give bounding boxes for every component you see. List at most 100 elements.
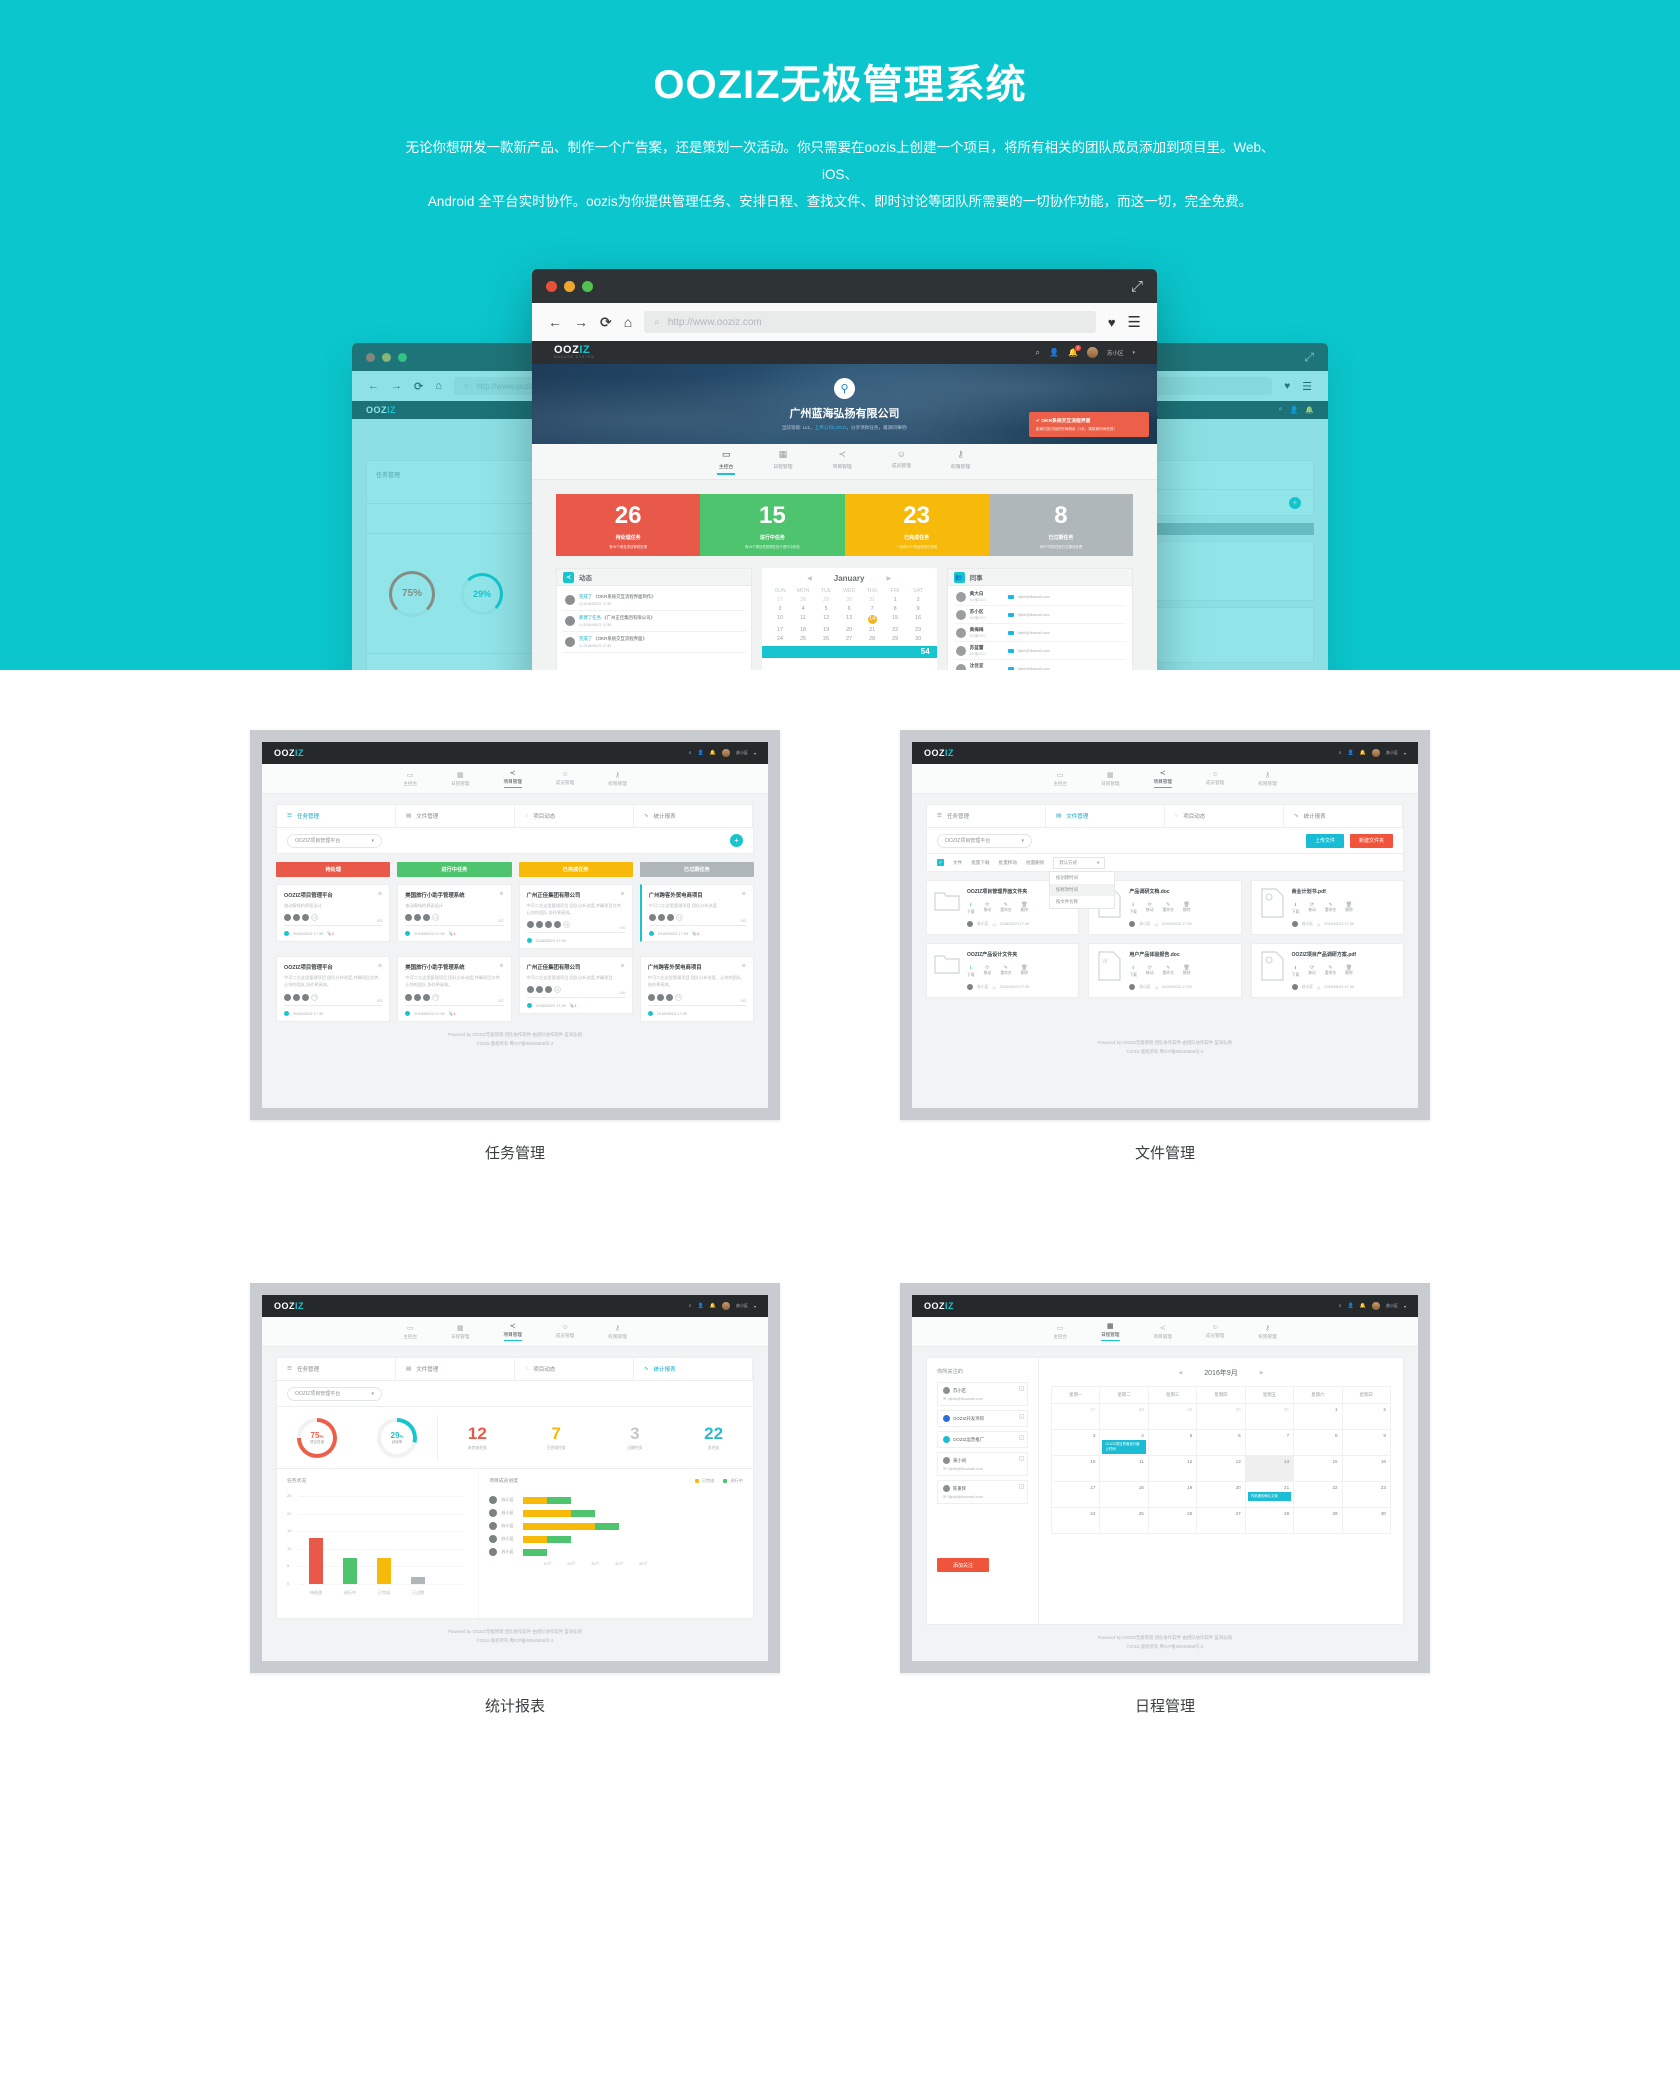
- calendar-day[interactable]: 11: [1100, 1456, 1149, 1482]
- calendar-day[interactable]: 26: [1148, 1508, 1198, 1534]
- file-action-重命名[interactable]: ✎ 重命名: [1000, 965, 1011, 978]
- close-icon[interactable]: ×: [1019, 1435, 1024, 1440]
- nav-item-4[interactable]: ⚷ 权限管理: [951, 449, 970, 470]
- task-card[interactable]: 广州正佳集团有限公司 ⚙ 中可二左这里管理项目 团队分补进度,并确项目 +4 0/4 20…: [518, 956, 633, 1015]
- calendar-day[interactable]: 19: [815, 627, 838, 633]
- nav-item-日程管理[interactable]: ▦ 日程管理: [1101, 1322, 1120, 1341]
- reload-icon[interactable]: ⟳: [600, 314, 612, 331]
- project-select[interactable]: OOZIZ项目管理平台 ▾: [937, 833, 1032, 848]
- user-name[interactable]: 苏小区: [736, 750, 748, 756]
- file-action-移动[interactable]: ⟳ 移动: [1308, 902, 1316, 915]
- notification-icon[interactable]: 🔔: [710, 750, 716, 756]
- calendar-day[interactable]: 29: [1148, 1404, 1198, 1430]
- tab-项目动态[interactable]: ◌ 项目动态: [515, 805, 634, 827]
- feed-item[interactable]: 完成了 《OKR系统交互流程界面制作》 ◷ 2016/05/23 17:39: [562, 590, 746, 611]
- file-action-下载[interactable]: ⭳ 下载: [1292, 965, 1300, 978]
- calendar-day[interactable]: 8: [884, 606, 907, 612]
- tab-统计报表[interactable]: ∿ 统计报表: [634, 805, 753, 827]
- calendar-day[interactable]: 13: [1197, 1456, 1246, 1482]
- calendar-day[interactable]: 14: [867, 615, 877, 624]
- calendar-day[interactable]: 18: [792, 627, 815, 633]
- upload-logo-link[interactable]: 上传公司LOGO: [815, 425, 847, 430]
- project-select[interactable]: OOZIZ项目管理平台 ▾: [287, 1386, 382, 1401]
- add-user-icon[interactable]: 👤: [1049, 348, 1059, 357]
- gear-icon[interactable]: ⚙: [499, 963, 503, 971]
- calendar-day[interactable]: 31: [861, 597, 884, 603]
- url-text[interactable]: http://www.ooziz.com: [668, 317, 762, 328]
- nav-item-成员管理[interactable]: ☺ 成员管理: [556, 771, 574, 786]
- back-arrow-icon[interactable]: ←: [368, 380, 379, 392]
- nav-item-成员管理[interactable]: ☺ 成员管理: [1206, 1324, 1224, 1339]
- close-icon[interactable]: ×: [1019, 1484, 1024, 1489]
- calendar-day[interactable]: 9: [1342, 1430, 1391, 1456]
- calendar-day[interactable]: 12: [815, 615, 838, 624]
- calendar-day[interactable]: 31: [1245, 1404, 1295, 1430]
- calendar-day[interactable]: 25: [1100, 1508, 1149, 1534]
- file-card[interactable]: OOZIZ产品设计文件夹 ⭳ 下载 ⟳ 移动 ✎ 重命名 🗑 删除 苏小区 ◷ 2016/05/23 …: [926, 943, 1080, 998]
- bell-icon[interactable]: 🔔: [1305, 406, 1314, 414]
- file-action-下载[interactable]: ⭳ 下载: [1292, 902, 1300, 915]
- user-name[interactable]: 苏小区: [1107, 349, 1124, 357]
- mate-item[interactable]: 黄梅梅 BV/懂/CEO hjkhk@flocmail.com: [953, 624, 1126, 642]
- tab-文件管理[interactable]: ▤ 文件管理: [396, 1358, 515, 1380]
- tab-文件管理[interactable]: ▤ 文件管理: [396, 805, 515, 827]
- calendar-day[interactable]: 15: [1294, 1456, 1343, 1482]
- chevron-down-icon[interactable]: ▾: [1132, 350, 1135, 356]
- search-icon[interactable]: ⌕: [689, 750, 692, 756]
- file-action-删除[interactable]: 🗑 删除: [1021, 902, 1029, 915]
- batch-批量下载[interactable]: 批量下载: [971, 860, 989, 866]
- notification-icon[interactable]: 🔔: [1360, 1303, 1366, 1309]
- nav-item-成员管理[interactable]: ☺ 成员管理: [556, 1324, 574, 1339]
- batch-批量移动[interactable]: 批量移动: [999, 860, 1017, 866]
- calendar-day[interactable]: 20: [838, 627, 861, 633]
- add-user-icon[interactable]: 👤: [1348, 1303, 1354, 1309]
- nav-item-项目管理[interactable]: ≺ 项目管理: [1154, 1324, 1172, 1340]
- nav-item-权限管理[interactable]: ⚷ 权限管理: [1258, 1324, 1276, 1340]
- search-icon[interactable]: ⌕: [1279, 406, 1283, 414]
- file-action-下载[interactable]: ⭳ 下载: [967, 965, 975, 978]
- add-user-icon[interactable]: 👤: [698, 750, 704, 756]
- upload-file-button[interactable]: 上传文件: [1305, 833, 1344, 848]
- mate-item[interactable]: 苏小区 BV/懂/CEO hjkhk@flocmail.com: [953, 606, 1126, 624]
- mate-item[interactable]: 苏蓝蕾 BV/懂/CEO hjkhk@flocmail.com: [953, 642, 1126, 660]
- home-icon[interactable]: ⌂: [624, 314, 632, 330]
- nav-item-成员管理[interactable]: ☺ 成员管理: [1206, 771, 1224, 786]
- nav-item-3[interactable]: ☺ 成员管理: [892, 449, 911, 469]
- calendar-day[interactable]: 16: [907, 615, 930, 624]
- back-arrow-icon[interactable]: ←: [548, 314, 562, 330]
- search-icon[interactable]: ⌕: [1036, 348, 1040, 358]
- sort-option[interactable]: 按修改时间: [1050, 884, 1114, 896]
- sort-dropdown[interactable]: 按创建时间 按修改时间 按文件名称: [1049, 871, 1115, 909]
- nav-item-权限管理[interactable]: ⚷ 权限管理: [608, 1324, 626, 1340]
- hamburger-icon[interactable]: ☰: [1128, 313, 1141, 331]
- calendar-day[interactable]: 3: [769, 606, 792, 612]
- tab-任务管理[interactable]: ☰ 任务管理: [927, 805, 1046, 827]
- notification-icon[interactable]: 🔔: [710, 1303, 716, 1309]
- file-action-下载[interactable]: ⭳ 下载: [1129, 965, 1137, 978]
- watch-item[interactable]: 苏小区 ✉ hjkhk@flocmail.com ×: [937, 1382, 1028, 1406]
- task-card[interactable]: 美国旅行小助手管理系统 ⚙ 电动客栈的界面设计 +2 0/2 2016/05/23 17:…: [397, 884, 512, 943]
- status-column-进行中任务[interactable]: 进行中任务: [397, 862, 512, 877]
- batch-文件[interactable]: 文件: [953, 860, 962, 866]
- select-all-checkbox[interactable]: ✓: [937, 859, 944, 866]
- user-name[interactable]: 苏小区: [1386, 750, 1398, 756]
- file-action-移动[interactable]: ⟳ 移动: [1146, 902, 1154, 915]
- calendar-day[interactable]: 26: [815, 636, 838, 642]
- calendar-day[interactable]: 8: [1294, 1430, 1343, 1456]
- calendar-day[interactable]: 10: [1052, 1456, 1101, 1482]
- reload-icon[interactable]: ⟳: [414, 380, 423, 393]
- calendar-day[interactable]: 24: [1052, 1508, 1101, 1534]
- calendar-day[interactable]: 23: [1342, 1482, 1391, 1508]
- calendar-day[interactable]: 30: [1342, 1508, 1391, 1534]
- calendar-day[interactable]: 7: [1245, 1430, 1295, 1456]
- file-action-删除[interactable]: 🗑 删除: [1345, 965, 1353, 978]
- close-icon[interactable]: ×: [1019, 1414, 1024, 1419]
- calendar-day[interactable]: 28: [1100, 1404, 1149, 1430]
- calendar-day[interactable]: 16: [1342, 1456, 1391, 1482]
- project-select[interactable]: OOZIZ项目管理平台 ▾: [287, 833, 382, 848]
- gear-icon[interactable]: ⚙: [378, 963, 382, 971]
- chevron-down-icon[interactable]: ▾: [1404, 751, 1406, 756]
- feed-item[interactable]: 完成了 《OKR系统交互流程界面》 ◷ 2016/05/23 17:39: [562, 632, 746, 653]
- close-icon[interactable]: ×: [1019, 1386, 1024, 1391]
- nav-item-主控台[interactable]: ▭ 主控台: [403, 771, 417, 787]
